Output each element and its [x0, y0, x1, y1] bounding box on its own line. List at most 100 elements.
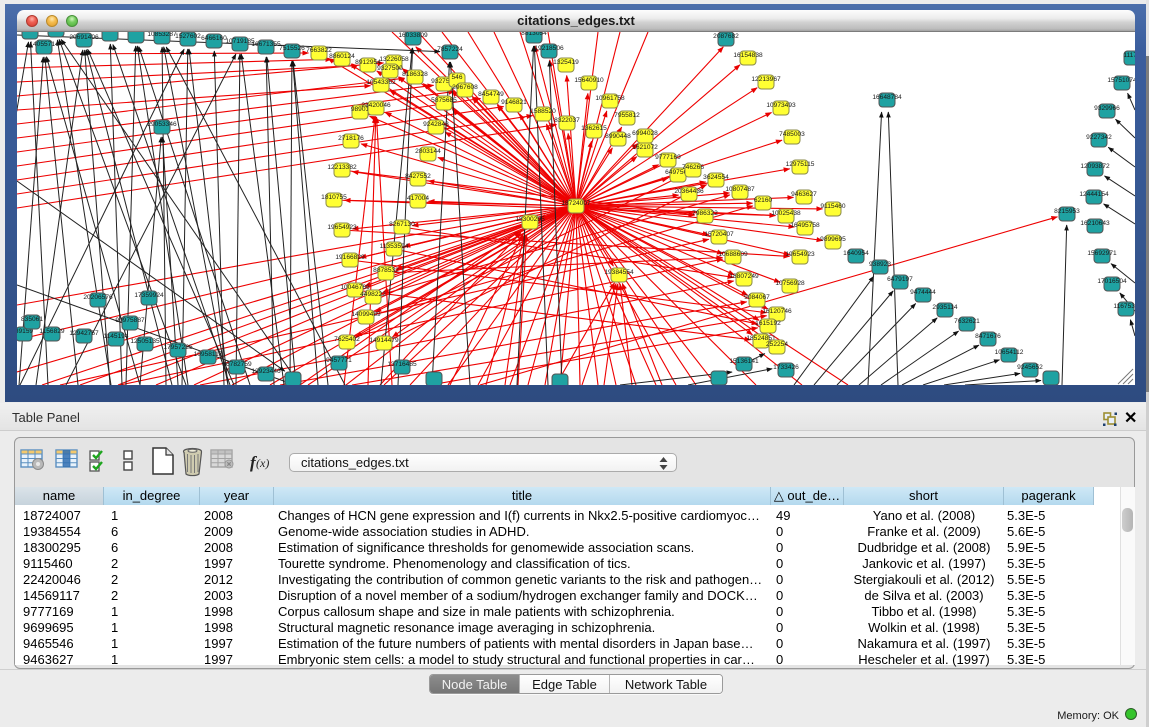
svg-text:19654923: 19654923: [785, 251, 815, 258]
svg-text:746266: 746266: [682, 164, 704, 171]
svg-text:10756928: 10756928: [775, 280, 805, 287]
svg-text:938923: 938923: [869, 261, 891, 268]
svg-text:16210643: 16210643: [1080, 220, 1110, 227]
svg-text:11174: 11174: [1123, 52, 1135, 59]
svg-text:8990448: 8990448: [605, 133, 631, 140]
svg-text:(x): (x): [256, 456, 269, 470]
svg-text:12923446: 12923446: [251, 368, 281, 375]
svg-text:16154838: 16154838: [733, 52, 763, 59]
svg-text:15720407: 15720407: [704, 231, 734, 238]
svg-text:1167531: 1167531: [1113, 303, 1135, 310]
svg-text:8267130: 8267130: [389, 221, 415, 228]
svg-text:8813054: 8813054: [521, 32, 547, 37]
svg-text:17016504: 17016504: [1097, 278, 1127, 285]
svg-text:15136141: 15136141: [729, 358, 759, 365]
svg-text:9084067: 9084067: [744, 294, 770, 301]
svg-text:1145194: 1145194: [103, 333, 129, 340]
svg-text:16120746: 16120746: [762, 308, 792, 315]
svg-text:10046766: 10046766: [340, 284, 370, 291]
svg-text:7485003: 7485003: [779, 131, 805, 138]
svg-text:2935114: 2935114: [932, 304, 958, 311]
svg-text:835061: 835061: [21, 316, 43, 323]
svg-text:12093872: 12093872: [1080, 163, 1110, 170]
svg-text:8186328: 8186328: [402, 71, 428, 78]
svg-text:7857224: 7857224: [437, 46, 463, 53]
svg-text:2718176: 2718176: [338, 135, 364, 142]
svg-text:8427552: 8427552: [405, 173, 431, 180]
svg-text:9242848: 9242848: [423, 121, 449, 128]
svg-text:10961758: 10961758: [595, 95, 625, 102]
svg-text:19384554: 19384554: [604, 269, 634, 276]
svg-text:15751074: 15751074: [1107, 77, 1135, 84]
svg-text:2967608: 2967608: [452, 84, 478, 91]
svg-text:13716485: 13716485: [387, 361, 417, 368]
svg-text:1156829: 1156829: [39, 328, 65, 335]
svg-text:12975115: 12975115: [786, 161, 815, 168]
svg-text:9227342: 9227342: [1086, 134, 1112, 141]
svg-text:8322037: 8322037: [554, 117, 580, 124]
svg-text:5875685: 5875685: [431, 97, 457, 104]
svg-text:16495758: 16495758: [790, 222, 820, 229]
svg-text:10973493: 10973493: [766, 102, 796, 109]
svg-text:16671355: 16671355: [251, 41, 281, 48]
svg-text:17957225: 17957225: [163, 344, 193, 351]
svg-text:19654923: 19654923: [327, 224, 357, 231]
svg-text:20206576: 20206576: [83, 294, 113, 301]
svg-text:6994028: 6994028: [632, 130, 658, 137]
svg-text:1640954: 1640954: [843, 250, 869, 257]
svg-text:9327500: 9327500: [377, 65, 403, 72]
svg-text:17359924: 17359924: [134, 292, 164, 299]
svg-text:417004: 417004: [407, 195, 429, 202]
svg-text:19218506: 19218506: [534, 45, 564, 52]
svg-text:2087682: 2087682: [713, 33, 739, 40]
svg-text:16782759: 16782759: [222, 361, 252, 368]
svg-text:10688609: 10688609: [718, 251, 748, 258]
svg-text:10654112: 10654112: [995, 349, 1024, 356]
svg-text:10543362: 10543362: [366, 79, 396, 86]
svg-text:20691406: 20691406: [69, 34, 99, 41]
svg-text:7955812: 7955812: [614, 112, 640, 119]
svg-text:8215953: 8215953: [1054, 208, 1080, 215]
svg-text:546: 546: [451, 74, 462, 81]
svg-text:9115460: 9115460: [820, 203, 846, 210]
svg-text:14099489: 14099489: [351, 311, 381, 318]
svg-text:7625402: 7625402: [334, 336, 360, 343]
svg-text:15692971: 15692971: [1087, 250, 1117, 257]
svg-text:252254: 252254: [766, 341, 788, 348]
svg-text:4498222: 4498222: [360, 291, 386, 298]
svg-text:1362615: 1362615: [581, 125, 607, 132]
svg-text:1810755: 1810755: [321, 194, 347, 201]
svg-text:3624554: 3624554: [703, 174, 729, 181]
svg-text:19166829: 19166829: [335, 254, 365, 261]
svg-text:9245652: 9245652: [1017, 364, 1043, 371]
svg-text:7632621: 7632621: [954, 318, 980, 325]
svg-text:7515526: 7515526: [279, 45, 305, 52]
svg-text:11353594: 11353594: [380, 243, 409, 250]
svg-text:18300295: 18300295: [515, 216, 545, 223]
svg-text:1325419: 1325419: [553, 59, 579, 66]
svg-text:18724007: 18724007: [561, 200, 591, 207]
svg-text:9474444: 9474444: [910, 289, 936, 296]
svg-text:10958117: 10958117: [194, 351, 223, 358]
svg-text:90975887: 90975887: [115, 317, 145, 324]
svg-text:16033809: 16033809: [398, 32, 428, 39]
svg-text:12213382: 12213382: [327, 164, 357, 171]
svg-text:7986322: 7986322: [692, 210, 718, 217]
svg-text:12505135: 12505135: [130, 338, 160, 345]
svg-text:23420046: 23420046: [361, 102, 391, 109]
svg-text:13226058: 13226058: [379, 56, 409, 63]
svg-text:62160: 62160: [754, 197, 773, 204]
svg-text:8860124: 8860124: [329, 53, 355, 60]
svg-text:8454749: 8454749: [478, 91, 504, 98]
svg-text:1621072: 1621072: [632, 144, 658, 151]
svg-text:9457771: 9457771: [326, 357, 352, 364]
svg-text:20364436: 20364436: [674, 188, 704, 195]
svg-text:14914479: 14914479: [369, 337, 399, 344]
svg-text:9329966: 9329966: [1094, 105, 1120, 112]
svg-text:10853287: 10853287: [147, 32, 177, 38]
svg-text:1733426: 1733426: [773, 364, 799, 371]
svg-text:8471676: 8471676: [975, 333, 1001, 340]
svg-text:18807249: 18807249: [729, 273, 759, 280]
svg-text:14055714: 14055714: [29, 41, 59, 48]
svg-text:10025438: 10025438: [771, 210, 801, 217]
